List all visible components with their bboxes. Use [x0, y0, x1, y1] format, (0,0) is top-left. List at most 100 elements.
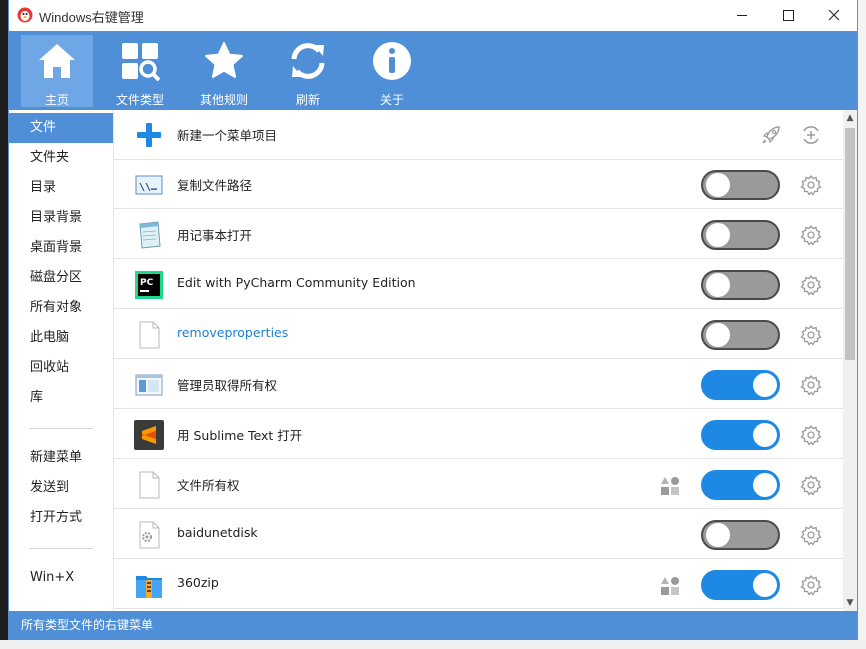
- new-menu-item-label: 新建一个菜单项目: [177, 128, 278, 143]
- toolbar-other-rules-label: 其他规则: [199, 93, 248, 107]
- svg-text:PC: PC: [140, 278, 154, 288]
- settings-gear-icon[interactable]: [800, 474, 822, 496]
- rocket-icon[interactable]: [760, 124, 782, 146]
- enable-toggle[interactable]: [701, 420, 780, 450]
- shapes-icon[interactable]: [660, 476, 680, 496]
- sidebar-item-file[interactable]: 文件: [9, 113, 113, 143]
- enable-toggle[interactable]: [701, 220, 780, 250]
- notepad-icon: [134, 220, 164, 250]
- title-bar: Windows右键管理: [9, 0, 857, 31]
- settings-gear-icon[interactable]: [800, 524, 822, 546]
- sidebar-item-folder[interactable]: 文件夹: [9, 143, 113, 173]
- file-types-icon: [122, 43, 160, 81]
- settings-gear-icon[interactable]: [800, 574, 822, 596]
- sidebar-item-send-to[interactable]: 发送到: [9, 473, 113, 503]
- scroll-thumb[interactable]: [845, 128, 855, 360]
- enable-toggle[interactable]: [701, 520, 780, 550]
- settings-gear-icon[interactable]: [800, 274, 822, 296]
- refresh-icon: [291, 43, 325, 79]
- menu-item-row[interactable]: removeproperties: [114, 310, 843, 359]
- menu-items-list: 新建一个菜单项目 \\… 复制文件路径 用记事本打开 PC Edit with …: [113, 110, 857, 611]
- toolbar-about-button[interactable]: 关于: [356, 35, 428, 107]
- toolbar-about-label: 关于: [379, 93, 404, 107]
- menu-item-row[interactable]: \\… 复制文件路径: [114, 160, 843, 209]
- sidebar-item-directory[interactable]: 目录: [9, 173, 113, 203]
- status-bar: 所有类型文件的右键菜单: [9, 611, 857, 640]
- scroll-down-arrow-icon[interactable]: ▼: [843, 597, 857, 609]
- toolbar-refresh-label: 刷新: [295, 93, 320, 107]
- zip-icon: [134, 570, 164, 600]
- settings-gear-icon[interactable]: [800, 374, 822, 396]
- enable-toggle[interactable]: [701, 470, 780, 500]
- toolbar-other-rules-button[interactable]: 其他规则: [188, 35, 260, 107]
- toolbar-home-button[interactable]: 主页: [21, 35, 93, 107]
- shapes-icon[interactable]: [660, 576, 680, 596]
- pycharm-icon: PC: [134, 270, 164, 300]
- menu-item-row[interactable]: PC Edit with PyCharm Community Edition: [114, 260, 843, 309]
- settings-gear-icon[interactable]: [800, 324, 822, 346]
- app-window: Windows右键管理 主页 文件类型 其他规则 刷新 关于 文件 文件夹 目录…: [8, 0, 858, 640]
- blank-file-icon: [134, 470, 164, 500]
- menu-item-row[interactable]: 管理员取得所有权: [114, 360, 843, 409]
- menu-item-label: 管理员取得所有权: [177, 378, 278, 393]
- menu-item-label: Edit with PyCharm Community Edition: [177, 275, 416, 290]
- close-button[interactable]: [811, 0, 857, 31]
- menu-item-label: 360zip: [177, 575, 219, 590]
- list-scrollbar[interactable]: ▲ ▼: [843, 110, 857, 611]
- toolbar-home-label: 主页: [44, 93, 69, 107]
- toolbar-file-types-button[interactable]: 文件类型: [104, 35, 176, 107]
- settings-gear-icon[interactable]: [800, 174, 822, 196]
- desktop-background-right: [858, 0, 866, 649]
- desktop-background-bottom: [0, 640, 866, 649]
- minimize-button[interactable]: [719, 0, 765, 31]
- menu-item-row[interactable]: 文件所有权: [114, 460, 843, 509]
- copy-path-icon: \\…: [134, 170, 164, 200]
- maximize-button[interactable]: [765, 0, 811, 31]
- sidebar-item-new-menu[interactable]: 新建菜单: [9, 443, 113, 473]
- settings-gear-icon[interactable]: [800, 424, 822, 446]
- star-icon: [205, 42, 243, 78]
- sidebar-item-disk-partition[interactable]: 磁盘分区: [9, 263, 113, 293]
- enable-toggle[interactable]: [701, 170, 780, 200]
- sidebar-divider: [29, 428, 93, 429]
- new-menu-item-row[interactable]: 新建一个菜单项目: [114, 110, 843, 160]
- window-title: Windows右键管理: [39, 10, 144, 25]
- sidebar-item-all-objects[interactable]: 所有对象: [9, 293, 113, 323]
- toolbar-file-types-label: 文件类型: [115, 93, 164, 107]
- sidebar: 文件 文件夹 目录 目录背景 桌面背景 磁盘分区 所有对象 此电脑 回收站 库 …: [9, 110, 113, 611]
- menu-item-label: 复制文件路径: [177, 178, 253, 193]
- menu-item-label: baidunetdisk: [177, 525, 258, 540]
- sidebar-item-library[interactable]: 库: [9, 383, 113, 413]
- sidebar-divider: [29, 548, 93, 549]
- enable-toggle[interactable]: [701, 270, 780, 300]
- settings-gear-icon[interactable]: [800, 224, 822, 246]
- window-icon: [134, 370, 164, 400]
- sidebar-item-recycle-bin[interactable]: 回收站: [9, 353, 113, 383]
- sidebar-item-this-pc[interactable]: 此电脑: [9, 323, 113, 353]
- sidebar-item-desktop-background[interactable]: 桌面背景: [9, 233, 113, 263]
- sidebar-item-win-x[interactable]: Win+X: [9, 563, 113, 593]
- enable-toggle[interactable]: [701, 320, 780, 350]
- menu-item-row[interactable]: 360zip: [114, 560, 843, 609]
- menu-item-label: 用记事本打开: [177, 228, 253, 243]
- plus-icon: [134, 120, 164, 150]
- menu-item-row[interactable]: 用 Sublime Text 打开: [114, 410, 843, 459]
- sublime-icon: [134, 420, 164, 450]
- scroll-up-arrow-icon[interactable]: ▲: [843, 112, 857, 124]
- menu-item-label: removeproperties: [177, 325, 289, 340]
- sidebar-item-directory-background[interactable]: 目录背景: [9, 203, 113, 233]
- menu-item-label: 用 Sublime Text 打开: [177, 428, 303, 443]
- home-icon: [39, 44, 75, 78]
- menu-item-row[interactable]: 用记事本打开: [114, 210, 843, 259]
- menu-item-label: 文件所有权: [177, 478, 240, 493]
- app-logo-icon: [17, 7, 33, 23]
- menu-item-row[interactable]: baidunetdisk: [114, 510, 843, 559]
- sidebar-item-open-with[interactable]: 打开方式: [9, 503, 113, 533]
- add-circle-icon[interactable]: [800, 124, 822, 146]
- enable-toggle[interactable]: [701, 570, 780, 600]
- blank-file-icon: [134, 320, 164, 350]
- enable-toggle[interactable]: [701, 370, 780, 400]
- main-toolbar: 主页 文件类型 其他规则 刷新 关于: [9, 31, 857, 110]
- toolbar-refresh-button[interactable]: 刷新: [272, 35, 344, 107]
- desktop-background-left: [0, 0, 8, 649]
